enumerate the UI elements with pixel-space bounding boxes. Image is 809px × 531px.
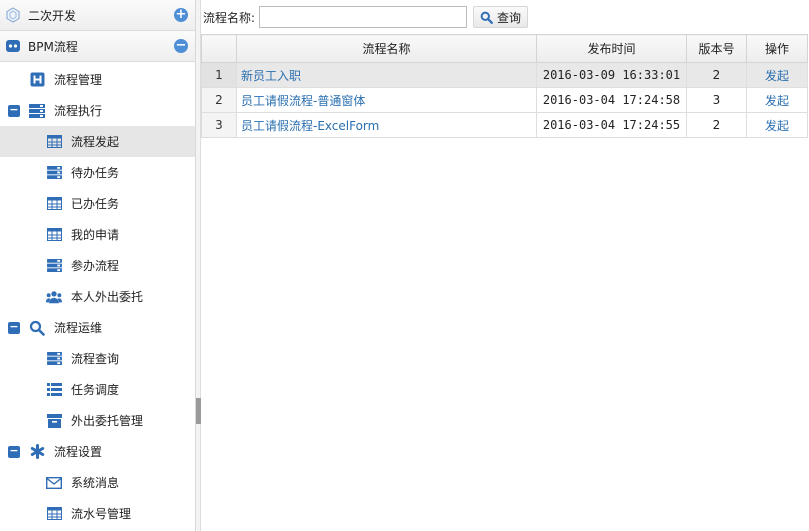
action-cell: 发起 <box>746 112 808 138</box>
sidebar: 二次开发 + BPM流程 − 流程管理 − 流程执行 流程发起 待办任务 已办任… <box>0 0 196 531</box>
row-number: 2 <box>201 87 237 113</box>
tree-item-label: 参办流程 <box>71 259 120 273</box>
process-name-cell: 员工请假流程-普通窗体 <box>236 87 537 113</box>
server-icon <box>46 259 62 272</box>
publish-time-cell: 2016-03-09 16:33:01 <box>536 62 687 88</box>
process-table: 流程名称 发布时间 版本号 操作 1 新员工入职 2016-03-09 16:3… <box>201 34 808 138</box>
collapse-square-icon[interactable]: − <box>8 104 20 117</box>
row-number: 3 <box>201 112 237 138</box>
process-name-link[interactable]: 员工请假流程-普通窗体 <box>241 94 365 108</box>
h-square-icon <box>28 72 46 87</box>
tree-item-label: 本人外出委托 <box>71 290 144 304</box>
search-button[interactable]: 查询 <box>473 6 529 28</box>
tree-item-process-query[interactable]: 流程查询 <box>0 343 195 374</box>
tree-item-done-tasks[interactable]: 已办任务 <box>0 188 195 219</box>
process-name-link[interactable]: 新员工入职 <box>241 69 301 83</box>
tree-item-label: 已办任务 <box>71 197 120 211</box>
row-number: 1 <box>201 62 237 88</box>
collapse-square-icon[interactable]: − <box>8 445 20 458</box>
tree-item-label: 流程执行 <box>54 104 103 118</box>
table-icon <box>46 197 62 210</box>
tree-item-todo-tasks[interactable]: 待办任务 <box>0 157 195 188</box>
column-header-name[interactable]: 流程名称 <box>236 34 537 63</box>
search-label: 流程名称: <box>203 10 256 25</box>
tree-item-start-process[interactable]: 流程发起 <box>0 126 195 157</box>
nav-tree: 流程管理 − 流程执行 流程发起 待办任务 已办任务 我的申请 参办流程 本人外… <box>0 62 195 529</box>
action-cell: 发起 <box>746 62 808 88</box>
column-header-version[interactable]: 版本号 <box>686 34 747 63</box>
accordion-header-dev[interactable]: 二次开发 + <box>0 0 195 31</box>
action-cell: 发起 <box>746 87 808 113</box>
tree-item-label: 外出委托管理 <box>71 414 144 428</box>
tree-item-process-manage[interactable]: 流程管理 <box>0 64 195 95</box>
publish-time-cell: 2016-03-04 17:24:55 <box>536 112 687 138</box>
accordion-header-bpm-label: BPM流程 <box>28 39 78 54</box>
server-icon <box>46 352 62 365</box>
tree-item-label: 系统消息 <box>71 476 120 490</box>
accordion-header-bpm[interactable]: BPM流程 − <box>0 31 195 62</box>
table-row[interactable]: 3 员工请假流程-ExcelForm 2016-03-04 17:24:55 2… <box>201 112 808 138</box>
version-cell: 3 <box>686 87 747 113</box>
start-process-link[interactable]: 发起 <box>765 119 789 133</box>
version-cell: 2 <box>686 112 747 138</box>
version-cell: 2 <box>686 62 747 88</box>
tree-item-label: 流程运维 <box>54 321 103 335</box>
search-icon <box>28 320 46 336</box>
process-name-link[interactable]: 员工请假流程-ExcelForm <box>241 119 379 133</box>
archive-icon <box>46 413 62 428</box>
tree-item-serial-number[interactable]: 流水号管理 <box>0 498 195 529</box>
users-icon <box>46 290 62 304</box>
envelope-icon <box>46 476 62 489</box>
column-header-time[interactable]: 发布时间 <box>536 34 687 63</box>
main-panel: 流程名称: 查询 流程名称 发布时间 版本号 操作 1 新员工入职 2016-0… <box>201 0 809 531</box>
tree-item-label: 流程查询 <box>71 352 120 366</box>
tree-item-my-requests[interactable]: 我的申请 <box>0 219 195 250</box>
accordion-header-dev-label: 二次开发 <box>28 8 77 23</box>
tree-item-participated[interactable]: 参办流程 <box>0 250 195 281</box>
column-header-rownum <box>201 34 237 63</box>
process-name-cell: 员工请假流程-ExcelForm <box>236 112 537 138</box>
tree-item-my-delegation[interactable]: 本人外出委托 <box>0 281 195 312</box>
hexagon-icon <box>4 6 22 24</box>
tree-item-label: 流水号管理 <box>71 507 132 521</box>
collapse-minus-icon[interactable]: − <box>174 39 188 53</box>
tree-item-label: 流程设置 <box>54 445 103 459</box>
tree-item-label: 我的申请 <box>71 228 120 242</box>
column-header-action: 操作 <box>746 34 808 63</box>
table-header-row: 流程名称 发布时间 版本号 操作 <box>201 34 808 63</box>
start-process-link[interactable]: 发起 <box>765 94 789 108</box>
start-process-link[interactable]: 发起 <box>765 69 789 83</box>
list-icon <box>46 383 62 396</box>
tree-item-process-ops[interactable]: − 流程运维 <box>0 312 195 343</box>
tree-item-label: 流程管理 <box>54 73 103 87</box>
search-icon <box>480 11 493 24</box>
table-row[interactable]: 1 新员工入职 2016-03-09 16:33:01 2 发起 <box>201 62 808 88</box>
tree-item-process-exec[interactable]: − 流程执行 <box>0 95 195 126</box>
search-bar: 流程名称: 查询 <box>201 0 809 34</box>
process-name-cell: 新员工入职 <box>236 62 537 88</box>
table-icon <box>46 135 62 148</box>
process-name-input[interactable] <box>259 6 468 28</box>
table-icon <box>46 228 62 241</box>
asterisk-icon <box>28 444 46 459</box>
collapse-square-icon[interactable]: − <box>8 321 20 334</box>
tree-item-process-settings[interactable]: − 流程设置 <box>0 436 195 467</box>
server-icon <box>28 103 46 118</box>
tree-item-delegation-manage[interactable]: 外出委托管理 <box>0 405 195 436</box>
expand-plus-icon[interactable]: + <box>174 8 188 22</box>
tree-item-label: 任务调度 <box>71 383 120 397</box>
search-button-label: 查询 <box>497 10 522 25</box>
tree-item-label: 流程发起 <box>71 135 120 149</box>
tree-item-system-message[interactable]: 系统消息 <box>0 467 195 498</box>
table-icon <box>46 507 62 520</box>
tree-item-label: 待办任务 <box>71 166 120 180</box>
publish-time-cell: 2016-03-04 17:24:58 <box>536 87 687 113</box>
table-row[interactable]: 2 员工请假流程-普通窗体 2016-03-04 17:24:58 3 发起 <box>201 87 808 113</box>
server-icon <box>46 166 62 179</box>
bpm-app-icon <box>4 37 22 55</box>
tree-item-task-dispatch[interactable]: 任务调度 <box>0 374 195 405</box>
